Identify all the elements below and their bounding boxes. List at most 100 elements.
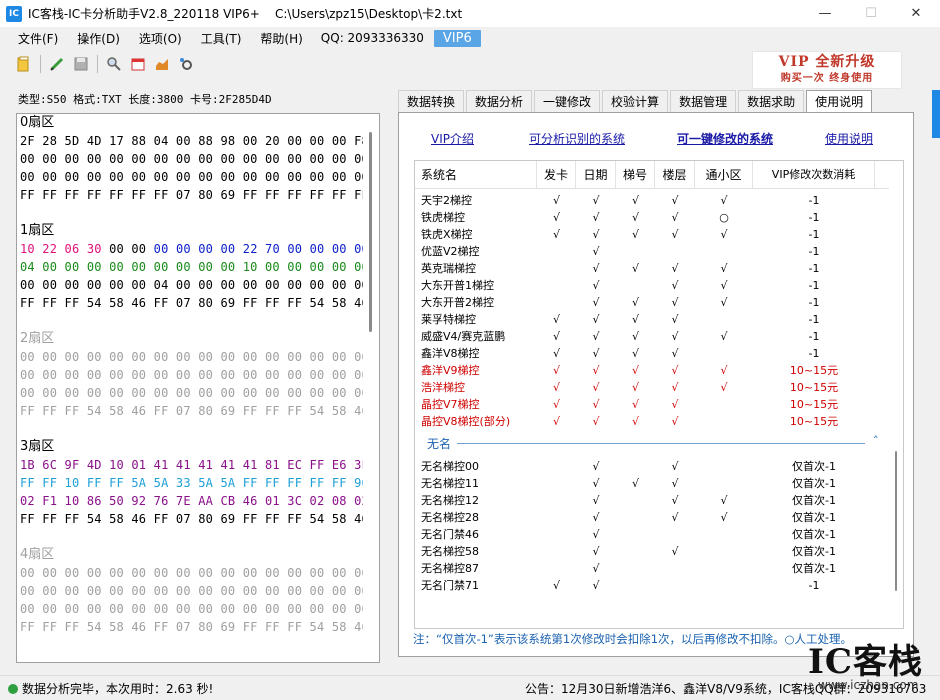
minimize-button[interactable]: — [802,0,848,27]
table-row[interactable]: 铁虎X梯控 √ √ √ √ √ -1 [415,226,889,243]
cell-th [616,577,655,594]
save-icon[interactable] [72,55,90,73]
tab-one-click-edit[interactable]: 一键修改 [534,90,601,112]
close-button[interactable]: ✕ [893,0,939,27]
cell-th [616,243,655,260]
cell-lc: √ [671,511,679,524]
cell-fk: √ [552,330,560,343]
menu-options[interactable]: 选项(O) [130,30,192,47]
cell-xq [695,243,753,260]
calendar-icon[interactable] [129,55,147,73]
hex-data-panel[interactable]: 0扇区 2F 28 5D 4D 17 88 04 00 88 98 00 20 0… [16,113,380,663]
cell-rq: √ [592,364,600,377]
watermark-logo: IC客栈 www.iczhan.com [808,642,928,698]
tab-checksum[interactable]: 校验计算 [602,90,669,112]
vip-upgrade-banner[interactable]: VIP 全新升级 购买一次 终身使用 [752,51,902,89]
status-message: 数据分析完毕，本次用时：2.63 秒! [22,682,214,696]
table-row[interactable]: 晶控V7梯控 √ √ √ √ 10~15元 [415,396,889,413]
chart-icon[interactable] [153,55,171,73]
cell-rq: √ [592,279,600,292]
cell-xq: √ [720,381,728,394]
table-row[interactable]: 浩洋梯控 √ √ √ √ √ 10~15元 [415,379,889,396]
settings-icon[interactable] [177,55,195,73]
table-row[interactable]: 威盛V4/赛克蓝鹏 √ √ √ √ √ -1 [415,328,889,345]
table-row[interactable]: 天宇2梯控 √ √ √ √ √ -1 [415,192,889,209]
qq-number: QQ: 2093336330 [320,31,424,45]
systems-table[interactable]: 系统名 发卡 日期 梯号 楼层 通小区 VIP修改次数消耗 天宇2梯控 √ √ √ √ √… [414,160,904,629]
hex-line: 00 00 00 00 00 00 04 00 00 00 00 00 00 0… [20,278,369,292]
cell-rq: √ [592,313,600,326]
cell-vip: 仅首次-1 [792,511,836,524]
tab-data-convert[interactable]: 数据转换 [398,90,465,112]
table-row[interactable]: 鑫洋V9梯控 √ √ √ √ √ 10~15元 [415,362,889,379]
cell-fk: √ [552,415,560,428]
cell-vip: 10~15元 [789,398,839,411]
menu-tools[interactable]: 工具(T) [192,30,252,47]
link-analyzable-systems[interactable]: 可分析识别的系统 [529,130,625,147]
cell-xq [695,577,753,594]
hex-line: 1B 6C 9F 4D 10 01 41 41 41 41 41 81 EC F… [20,458,369,472]
cell-th: √ [631,381,639,394]
cell-vip: -1 [808,194,820,207]
tab-data-manage[interactable]: 数据管理 [670,90,737,112]
search-icon[interactable] [105,55,123,73]
table-row[interactable]: 无名梯控87 √ 仅首次-1 [415,560,889,577]
system-name: 鑫洋V8梯控 [421,347,480,360]
table-row[interactable]: 无名梯控12 √ √ √ 仅首次-1 [415,492,889,509]
table-scrollbar[interactable] [889,161,903,628]
tab-data-analysis[interactable]: 数据分析 [466,90,533,112]
cell-th [616,526,655,543]
cell-vip: -1 [808,211,820,224]
table-row[interactable]: 莱孚特梯控 √ √ √ √ -1 [415,311,889,328]
table-row[interactable]: 英克瑞梯控 √ √ √ √ -1 [415,260,889,277]
cell-lc [655,526,695,543]
cell-lc: √ [671,313,679,326]
tab-usage-guide[interactable]: 使用说明 [806,90,873,113]
link-vip-intro[interactable]: VIP介绍 [431,130,474,147]
table-row[interactable]: 无名门禁46 √ 仅首次-1 [415,526,889,543]
table-row[interactable]: 优蓝V2梯控 √ -1 [415,243,889,260]
table-row[interactable]: 大东开普2梯控 √ √ √ √ -1 [415,294,889,311]
cell-lc: √ [671,545,679,558]
col-system-name: 系统名 [415,161,537,189]
hex-line: FF FF FF 54 58 46 FF 07 80 69 FF FF FF 5… [20,512,369,526]
cell-th [616,458,655,475]
link-usage-guide[interactable]: 使用说明 [825,130,873,147]
cell-fk: √ [552,211,560,224]
menu-file[interactable]: 文件(F) [0,30,68,47]
cell-rq: √ [592,511,600,524]
table-row[interactable]: 无名梯控11 √ √ √ 仅首次-1 [415,475,889,492]
hex-line: FF FF FF 54 58 46 FF 07 80 69 FF FF FF 5… [20,296,369,310]
hex-line: FF FF 10 FF FF 5A 5A 33 5A 5A FF FF FF F… [20,476,369,490]
table-row[interactable]: 鑫洋V8梯控 √ √ √ √ -1 [415,345,889,362]
maximize-button[interactable]: ☐ [848,0,894,27]
cell-th [616,492,655,509]
system-name: 英克瑞梯控 [421,262,476,275]
card-info: 类型:S50 格式:TXT 长度:3800 卡号:2F285D4D [18,93,272,106]
open-folder-icon[interactable] [15,55,33,73]
cell-fk [537,560,576,577]
table-row[interactable]: 无名梯控00 √ √ 仅首次-1 [415,458,889,475]
menu-help[interactable]: 帮助(H) [251,30,312,47]
table-row[interactable]: 铁虎梯控 √ √ √ √ ○ -1 [415,209,889,226]
link-editable-systems[interactable]: 可一键修改的系统 [677,130,773,147]
hex-line: 04 00 00 00 00 00 00 00 00 00 10 00 00 0… [20,260,369,274]
group-header[interactable]: 无名 ˄ [415,432,889,454]
table-row[interactable]: 大东开普1梯控 √ √ √ -1 [415,277,889,294]
cell-fk: √ [552,364,560,377]
hex-content: 0扇区 2F 28 5D 4D 17 88 04 00 88 98 00 20 0… [20,114,369,636]
system-name: 大东开普1梯控 [421,279,494,292]
menu-operate[interactable]: 操作(D) [68,30,130,47]
tab-data-help[interactable]: 数据求助 [738,90,805,112]
cell-rq: √ [592,494,600,507]
edit-pencil-icon[interactable] [48,55,66,73]
chevron-up-icon[interactable]: ˄ [873,434,879,447]
table-row[interactable]: 无名梯控28 √ √ √ 仅首次-1 [415,509,889,526]
cell-xq [695,475,753,492]
table-row[interactable]: 无名梯控58 √ √ 仅首次-1 [415,543,889,560]
table-row[interactable]: 无名门禁71 √ √ -1 [415,577,889,594]
hex-scrollbar[interactable] [363,114,379,662]
cell-xq: √ [720,330,728,343]
vip-badge[interactable]: VIP6 [433,29,481,47]
table-row[interactable]: 晶控V8梯控(部分) √ √ √ √ 10~15元 [415,413,889,430]
